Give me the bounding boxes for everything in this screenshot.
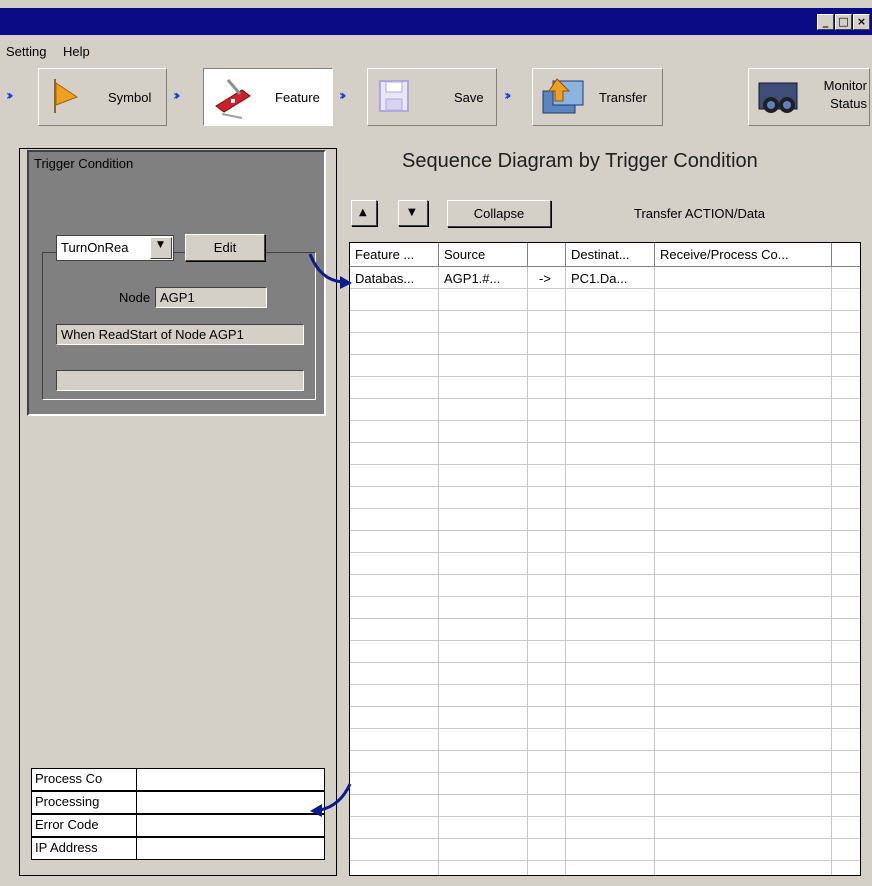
move-down-button[interactable]: ▼ xyxy=(398,200,428,226)
trigger-type-value: TurnOnRea xyxy=(61,240,129,255)
table-cell-feature: Databas... xyxy=(355,271,415,286)
chevron-icon: ›› xyxy=(6,88,13,104)
step-feature-label: Feature xyxy=(275,90,320,105)
table-cell-receive-process xyxy=(655,268,831,290)
status-row-error-code: Error Code xyxy=(31,814,325,837)
step-symbol-label: Symbol xyxy=(108,90,152,105)
close-button[interactable]: × xyxy=(853,14,870,30)
table-row[interactable]: Databas... AGP1.#... -> PC1.Da... xyxy=(350,268,860,290)
collapse-button[interactable]: Collapse xyxy=(447,200,551,227)
connector-arrow-icon xyxy=(310,783,352,817)
step-symbol[interactable]: Symbol xyxy=(38,68,167,126)
step-transfer-label: Transfer xyxy=(599,90,647,105)
move-up-button[interactable]: ▲ xyxy=(351,200,377,226)
trigger-extra-field xyxy=(56,370,304,391)
status-row-ip-address: IP Address xyxy=(31,837,325,860)
table-grid-lines xyxy=(350,267,860,875)
sequence-diagram-title: Sequence Diagram by Trigger Condition xyxy=(402,150,758,172)
node-label: Node xyxy=(119,290,151,305)
menu-help[interactable]: Help xyxy=(63,44,90,59)
chevron-down-icon: ▼ xyxy=(157,240,164,250)
ip-address-label: IP Address xyxy=(32,838,137,859)
status-row-process-code: Process Co xyxy=(31,768,325,791)
column-header-arrow[interactable] xyxy=(528,243,566,267)
title-bar xyxy=(0,8,872,35)
column-header-feature[interactable]: Feature ... xyxy=(350,243,439,267)
edit-button[interactable]: Edit xyxy=(185,234,265,261)
dropdown-button[interactable]: ▼ xyxy=(150,237,172,259)
column-header-source[interactable]: Source xyxy=(439,243,528,267)
transfer-action-label: Transfer ACTION/Data xyxy=(634,206,765,221)
status-label: Status xyxy=(830,96,867,111)
chevron-icon: ›› xyxy=(339,88,346,104)
maximize-button[interactable]: □ xyxy=(835,14,852,30)
node-field: AGP1 xyxy=(155,287,267,308)
trigger-condition-panel: Trigger Condition TurnOnRea ▼ Edit Node … xyxy=(27,150,326,416)
error-code-label: Error Code xyxy=(32,815,137,836)
step-transfer[interactable]: Transfer xyxy=(532,68,663,126)
connector-arrow-icon xyxy=(308,253,352,289)
table-cell-extra xyxy=(832,268,860,290)
binoculars-icon xyxy=(758,82,798,113)
column-header-destination[interactable]: Destinat... xyxy=(566,243,655,267)
chevron-icon: ›› xyxy=(173,88,180,104)
table-cell-arrow: -> xyxy=(539,271,551,286)
column-header-extra[interactable] xyxy=(832,243,860,267)
trigger-type-select[interactable]: TurnOnRea ▼ xyxy=(56,235,174,261)
sequence-table[interactable]: Feature ... Source Destinat... Receive/P… xyxy=(349,242,861,876)
flag-icon xyxy=(54,79,79,113)
monitor-status-button[interactable]: Monitor Status xyxy=(748,68,870,126)
processing-label: Processing xyxy=(32,792,137,813)
step-save-label: Save xyxy=(454,90,484,105)
step-feature[interactable]: Feature xyxy=(203,68,333,126)
triangle-down-icon: ▼ xyxy=(408,207,416,218)
table-cell-source: AGP1.#... xyxy=(444,271,501,286)
status-row-processing: Processing xyxy=(31,791,325,814)
trigger-condition-title: Trigger Condition xyxy=(34,156,134,171)
swiss-knife-icon xyxy=(215,79,251,119)
table-cell-destination: PC1.Da... xyxy=(571,271,628,286)
floppy-icon xyxy=(379,80,409,112)
monitor-label: Monitor xyxy=(823,78,867,93)
triangle-up-icon: ▲ xyxy=(359,207,367,218)
chevron-icon: ›› xyxy=(504,88,511,104)
menu-setting[interactable]: Setting xyxy=(6,44,46,59)
column-header-receive-process[interactable]: Receive/Process Co... xyxy=(655,243,832,267)
transfer-icon xyxy=(542,78,584,114)
step-save[interactable]: Save xyxy=(367,68,497,126)
trigger-description-field: When ReadStart of Node AGP1 xyxy=(56,324,304,345)
minimize-button[interactable]: _ xyxy=(817,14,834,30)
process-code-label: Process Co xyxy=(32,769,137,790)
